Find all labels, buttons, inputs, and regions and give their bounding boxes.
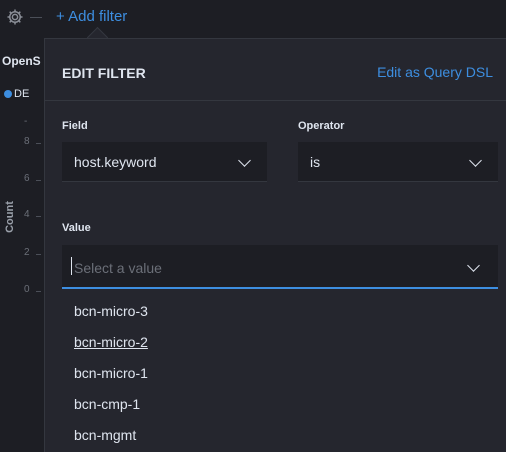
gear-icon[interactable] xyxy=(6,8,24,26)
option-item[interactable]: bcn-mgmt xyxy=(74,427,136,443)
add-filter-button[interactable]: + Add filter xyxy=(56,8,127,25)
legend-item: DE xyxy=(4,88,29,100)
panel-title: OpenS xyxy=(2,54,41,68)
tick-mark xyxy=(36,254,41,255)
chevron-down-icon[interactable] xyxy=(467,259,480,272)
edit-as-query-dsl-link[interactable]: Edit as Query DSL xyxy=(377,64,493,80)
option-item-hovered[interactable]: bcn-micro-2 xyxy=(74,334,148,350)
option-item[interactable]: bcn-micro-1 xyxy=(74,365,148,381)
tick-mark xyxy=(36,143,41,144)
field-label: Field xyxy=(62,120,88,132)
tick-mark xyxy=(36,291,41,292)
popover-title: EDIT FILTER xyxy=(62,65,146,81)
y-tick: 8 xyxy=(24,136,30,147)
top-bar: + Add filter xyxy=(0,0,506,36)
value-label: Value xyxy=(62,222,91,234)
field-select-value: host.keyword xyxy=(74,154,157,170)
chevron-down-icon xyxy=(469,154,482,167)
y-axis-label: Count xyxy=(3,201,16,233)
chevron-down-icon xyxy=(238,154,251,167)
edit-filter-popover: EDIT FILTER Edit as Query DSL Field host… xyxy=(44,38,506,452)
option-item[interactable]: bcn-cmp-1 xyxy=(74,396,140,412)
y-tick: 0 xyxy=(24,284,30,295)
operator-select[interactable]: is xyxy=(298,142,498,182)
option-item[interactable]: bcn-micro-3 xyxy=(74,303,148,319)
operator-select-value: is xyxy=(310,154,321,170)
background-visualization: OpenS DE Count - 8 6 4 2 0 xyxy=(0,36,44,451)
tick-mark xyxy=(36,180,41,181)
y-tick: 2 xyxy=(24,247,30,258)
value-options-list: bcn-micro-3 bcn-micro-2 bcn-micro-1 bcn-… xyxy=(62,291,498,452)
divider xyxy=(45,100,506,101)
value-combobox[interactable] xyxy=(62,245,498,289)
operator-label: Operator xyxy=(298,120,345,132)
y-tick: 6 xyxy=(24,173,30,184)
tick-mark xyxy=(36,216,41,217)
y-tick: - xyxy=(24,116,28,127)
legend-dot-icon xyxy=(4,90,12,99)
value-input[interactable] xyxy=(72,257,456,279)
y-tick: 4 xyxy=(24,209,30,220)
field-select[interactable]: host.keyword xyxy=(62,142,267,182)
toolbar-divider xyxy=(30,17,42,18)
